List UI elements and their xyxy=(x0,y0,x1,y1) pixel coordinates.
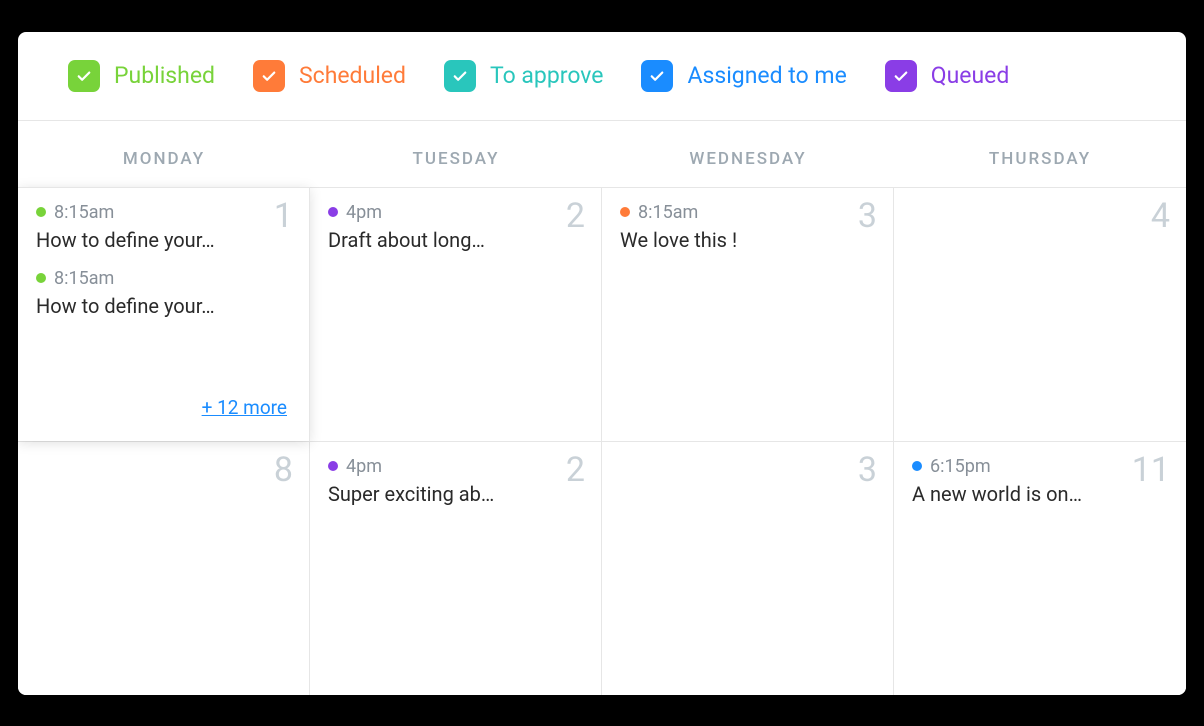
checkbox-queued[interactable] xyxy=(885,60,917,92)
event-item[interactable]: 8:15am We love this ! xyxy=(620,202,875,254)
filter-label-to_approve: To approve xyxy=(490,62,603,89)
calendar-cell[interactable]: 3 8:15am We love this ! xyxy=(602,187,894,441)
date-number: 4 xyxy=(1151,196,1170,236)
check-icon xyxy=(260,67,278,85)
event-item[interactable]: 8:15am How to define your… xyxy=(36,202,291,254)
event-item[interactable]: 8:15am How to define your… xyxy=(36,268,291,320)
event-title: How to define your… xyxy=(36,293,276,320)
calendar-cell[interactable]: 2 4pm Super exciting ab… xyxy=(310,441,602,695)
check-icon xyxy=(648,67,666,85)
date-number: 2 xyxy=(566,450,585,490)
status-dot-icon xyxy=(328,461,338,471)
calendar-cell[interactable]: 1 8:15am How to define your… 8:15am How to d… xyxy=(18,187,310,441)
events-list: 8:15am How to define your… 8:15am How to de… xyxy=(36,202,291,320)
event-title: Draft about long… xyxy=(328,227,568,254)
check-icon xyxy=(451,67,469,85)
date-number: 2 xyxy=(566,196,585,236)
filter-assigned[interactable]: Assigned to me xyxy=(641,60,846,92)
event-item[interactable]: 6:15pm A new world is on… xyxy=(912,456,1168,508)
calendar-cell[interactable]: 3 xyxy=(602,441,894,695)
event-time: 8:15am xyxy=(54,202,114,223)
filter-label-published: Published xyxy=(114,62,215,89)
checkbox-to_approve[interactable] xyxy=(444,60,476,92)
weekday-label: THURSDAY xyxy=(894,149,1186,169)
event-time: 4pm xyxy=(346,202,382,223)
status-dot-icon xyxy=(36,207,46,217)
event-title: Super exciting ab… xyxy=(328,481,568,508)
status-dot-icon xyxy=(328,207,338,217)
event-time: 6:15pm xyxy=(930,456,991,477)
date-number: 3 xyxy=(858,196,877,236)
checkbox-assigned[interactable] xyxy=(641,60,673,92)
check-icon xyxy=(892,67,910,85)
checkbox-published[interactable] xyxy=(68,60,100,92)
weekday-label: TUESDAY xyxy=(310,149,602,169)
event-time: 8:15am xyxy=(638,202,698,223)
calendar-card: Published Scheduled To approve Assigned to … xyxy=(18,32,1186,695)
calendar-grid: 1 8:15am How to define your… 8:15am How to d… xyxy=(18,187,1186,695)
event-item[interactable]: 4pm Super exciting ab… xyxy=(328,456,583,508)
status-dot-icon xyxy=(36,273,46,283)
filter-label-scheduled: Scheduled xyxy=(299,62,406,89)
filter-published[interactable]: Published xyxy=(68,60,215,92)
filter-label-assigned: Assigned to me xyxy=(687,62,846,89)
check-icon xyxy=(75,67,93,85)
filter-queued[interactable]: Queued xyxy=(885,60,1010,92)
event-title: How to define your… xyxy=(36,227,276,254)
weekday-header: MONDAYTUESDAYWEDNESDAYTHURSDAY xyxy=(18,121,1186,187)
events-list: 4pm Draft about long… xyxy=(328,202,583,254)
event-time: 8:15am xyxy=(54,268,114,289)
date-number: 11 xyxy=(1132,450,1170,490)
events-list: 4pm Super exciting ab… xyxy=(328,456,583,508)
filter-scheduled[interactable]: Scheduled xyxy=(253,60,406,92)
status-dot-icon xyxy=(912,461,922,471)
date-number: 3 xyxy=(858,450,877,490)
date-number: 8 xyxy=(274,450,293,490)
status-filters: Published Scheduled To approve Assigned to … xyxy=(18,32,1186,120)
calendar-cell[interactable]: 8 xyxy=(18,441,310,695)
event-item[interactable]: 4pm Draft about long… xyxy=(328,202,583,254)
weekday-label: MONDAY xyxy=(18,149,310,169)
calendar-cell[interactable]: 11 6:15pm A new world is on… xyxy=(894,441,1186,695)
status-dot-icon xyxy=(620,207,630,217)
calendar-cell[interactable]: 4 xyxy=(894,187,1186,441)
checkbox-scheduled[interactable] xyxy=(253,60,285,92)
more-events-link[interactable]: + 12 more xyxy=(202,396,287,419)
filter-to_approve[interactable]: To approve xyxy=(444,60,603,92)
weekday-label: WEDNESDAY xyxy=(602,149,894,169)
date-number: 1 xyxy=(274,196,293,236)
event-title: We love this ! xyxy=(620,227,860,254)
event-title: A new world is on… xyxy=(912,481,1152,508)
event-time: 4pm xyxy=(346,456,382,477)
calendar-cell[interactable]: 2 4pm Draft about long… xyxy=(310,187,602,441)
filter-label-queued: Queued xyxy=(931,62,1010,89)
events-list: 8:15am We love this ! xyxy=(620,202,875,254)
events-list: 6:15pm A new world is on… xyxy=(912,456,1168,508)
